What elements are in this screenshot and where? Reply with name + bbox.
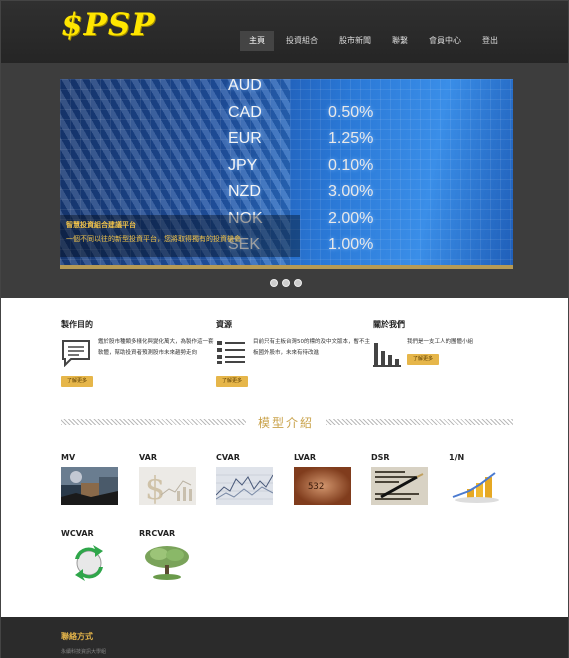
caption-subtitle: 一個不同以往的新型投資平台，您將取得獨有的投資機會 (66, 235, 241, 243)
rate-row: CAD 0.50% (228, 100, 513, 127)
model-label: MV (61, 453, 76, 462)
currency-code: JPY (228, 156, 258, 174)
model-lvar-image: 532 (294, 467, 351, 505)
model-var-image: $ (139, 467, 196, 505)
list-icon (217, 341, 245, 364)
rate-row: AUD (228, 79, 513, 100)
footer-title: 聯絡方式 (61, 632, 93, 641)
model-wcvar[interactable]: WCVAR (61, 529, 121, 587)
model-1n[interactable]: 1/N (449, 453, 509, 508)
model-var[interactable]: VAR $ (139, 453, 199, 508)
model-label: VAR (139, 453, 157, 462)
rate-row: JPY 0.10% (228, 153, 513, 180)
currency-code: EUR (228, 130, 262, 148)
nav-logout[interactable]: 登出 (473, 31, 507, 51)
slider-dots (270, 279, 306, 287)
divider (61, 419, 246, 425)
caption-title: 智慧投資組合建議平台 (66, 221, 136, 229)
rate-value: 1.25% (328, 130, 374, 148)
feature-title: 製作目的 (61, 320, 93, 329)
learn-more-button[interactable]: 了解更多 (61, 376, 93, 387)
model-rrcvar-image (139, 543, 196, 581)
model-1n-image (449, 467, 506, 505)
footer-subtitle: 永續科技資訊大學組 (61, 649, 107, 655)
model-wcvar-image (61, 543, 118, 581)
model-label: DSR (371, 453, 390, 462)
model-label: WCVAR (61, 529, 94, 538)
currency-code: NZD (228, 183, 261, 201)
feature-resources: 資源 目前只有主板台灣50的標的及中文版本，暫不主板國外股市，未來有待改進 了解… (216, 319, 370, 394)
rate-value: 1.00% (328, 236, 374, 254)
hero-banner: AUD CAD 0.50% EUR 1.25% JPY 0.10% NZD 3.00% … (1, 63, 568, 298)
rate-row: NZD 3.00% (228, 179, 513, 206)
hero-slide-image[interactable]: AUD CAD 0.50% EUR 1.25% JPY 0.10% NZD 3.00% … (60, 79, 513, 269)
section-title: 模型介紹 (257, 416, 314, 430)
model-dsr[interactable]: DSR (371, 453, 431, 508)
model-label: LVAR (294, 453, 316, 462)
rate-value: 0.10% (328, 156, 374, 174)
rate-value: 3.00% (328, 183, 374, 201)
slider-dot-3[interactable] (294, 279, 302, 287)
chat-bubble-icon (62, 340, 90, 367)
nav-portfolio[interactable]: 投資組合 (277, 31, 327, 51)
slide-caption: 智慧投資組合建議平台 一個不同以往的新型投資平台，您將取得獨有的投資機會 (60, 215, 300, 257)
rate-value: 2.00% (328, 209, 374, 227)
model-label: CVAR (216, 453, 240, 462)
site-logo[interactable]: $PSP (61, 7, 156, 43)
feature-text: 目前只有主板台灣50的標的及中文版本，暫不主板國外股市，未來有待改進 (253, 339, 371, 356)
model-lvar[interactable]: LVAR 532 (294, 453, 354, 508)
feature-purpose: 製作目的 鑑於股市種類多樣化與變化萬大，為製作這一套軟體，幫助投資者預測股市未來… (61, 319, 214, 394)
currency-code: CAD (228, 103, 262, 121)
feature-about: 關於我們 我們是一支工人的團體小組 了解更多 (373, 319, 513, 394)
slider-dot-1[interactable] (270, 279, 278, 287)
feature-text: 我們是一支工人的團體小組 (407, 339, 474, 345)
learn-more-button[interactable]: 了解更多 (407, 354, 439, 365)
site-footer: 聯絡方式 永續科技資訊大學組 (1, 617, 568, 658)
divider (326, 419, 513, 425)
model-rrcvar[interactable]: RRCVAR (139, 529, 199, 587)
rate-row: EUR 1.25% (228, 126, 513, 153)
main-nav: 主頁 投資組合 股市新聞 聯繫 會員中心 登出 (240, 31, 510, 51)
nav-contact[interactable]: 聯繫 (383, 31, 417, 51)
model-dsr-image (371, 467, 428, 505)
currency-code: AUD (228, 79, 262, 95)
model-mv-image (61, 467, 118, 505)
svg-text:532: 532 (308, 482, 324, 492)
nav-home[interactable]: 主頁 (240, 31, 274, 51)
model-label: 1/N (449, 453, 465, 462)
site-header: $PSP 主頁 投資組合 股市新聞 聯繫 會員中心 登出 (1, 1, 568, 63)
slider-dot-2[interactable] (282, 279, 290, 287)
feature-title: 關於我們 (373, 320, 405, 329)
feature-text: 鑑於股市種類多樣化與變化萬大，為製作這一套軟體，幫助投資者預測股市未來趨勢走向 (98, 339, 214, 356)
feature-title: 資源 (216, 320, 232, 329)
model-label: RRCVAR (139, 529, 176, 538)
svg-text:$: $ (145, 469, 165, 505)
model-mv[interactable]: MV (61, 453, 121, 508)
bar-chart-icon (373, 343, 401, 367)
model-cvar[interactable]: CVAR (216, 453, 276, 508)
learn-more-button[interactable]: 了解更多 (216, 376, 248, 387)
rate-value: 0.50% (328, 103, 374, 121)
model-section-header: 模型介紹 (61, 414, 513, 430)
model-cvar-image (216, 467, 273, 505)
nav-member[interactable]: 會員中心 (420, 31, 470, 51)
nav-news[interactable]: 股市新聞 (330, 31, 380, 51)
slide-progress-bar (60, 265, 513, 269)
